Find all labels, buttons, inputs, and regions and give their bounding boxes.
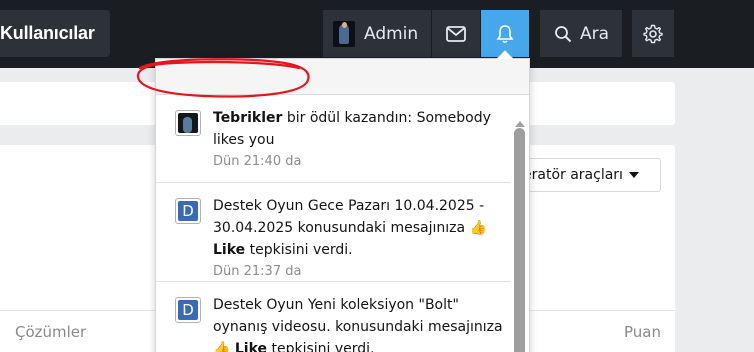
avatar xyxy=(333,20,355,47)
avatar[interactable] xyxy=(175,110,201,136)
account-name: Admin xyxy=(364,23,419,44)
thumbs-up-icon: 👍 xyxy=(213,341,231,352)
notification-item[interactable]: D Destek Oyun Yeni koleksiyon "Bolt" oyn… xyxy=(156,283,511,352)
envelope-icon xyxy=(446,25,466,42)
avatar[interactable]: D xyxy=(175,198,201,224)
notification-time: Dün 21:37 da xyxy=(213,264,302,279)
notification-item[interactable]: Tebrikler bir ödül kazandın: Somebody li… xyxy=(156,96,511,183)
notification-body-end: tepkisini verdi. xyxy=(267,341,375,352)
inbox-button[interactable] xyxy=(432,10,480,57)
bell-icon xyxy=(496,24,514,43)
notification-body[interactable]: Destek Oyun Gece Pazarı 10.04.2025 - 30.… xyxy=(213,198,484,236)
search-icon xyxy=(555,25,572,42)
column-header-points: Puan xyxy=(624,323,661,341)
moderator-tools-dropdown[interactable]: eratör araçları xyxy=(508,158,661,192)
gear-icon xyxy=(643,24,663,43)
notification-time: Dün 21:40 da xyxy=(213,154,302,169)
notification-item[interactable]: D Destek Oyun Gece Pazarı 10.04.2025 - 3… xyxy=(156,184,511,282)
notification-body-end: tepkisini verdi. xyxy=(245,242,353,258)
notification-text: Destek Oyun Yeni koleksiyon "Bolt" oynan… xyxy=(213,294,503,352)
caret-down-icon xyxy=(628,172,639,178)
popup-arrow-inner xyxy=(497,51,513,59)
nav-users-tab[interactable]: Kullanıcılar xyxy=(0,10,110,57)
notification-text: Destek Oyun Gece Pazarı 10.04.2025 - 30.… xyxy=(213,195,503,282)
avatar[interactable]: D xyxy=(175,297,201,323)
settings-button[interactable] xyxy=(632,10,674,57)
account-menu-button[interactable]: Admin xyxy=(323,10,431,57)
scroll-up-icon[interactable] xyxy=(515,121,525,127)
moderator-tools-label: eratör araçları xyxy=(523,167,623,183)
reaction-label: Like xyxy=(234,341,268,352)
scrollbar-thumb[interactable] xyxy=(514,128,525,352)
column-header-solutions: Çözümler xyxy=(15,323,87,341)
red-scribble-annotation xyxy=(136,58,310,98)
notification-strong: Tebrikler xyxy=(213,110,283,126)
notification-text: Tebrikler bir ödül kazandın: Somebody li… xyxy=(213,107,503,172)
search-label: Ara xyxy=(580,23,610,44)
reaction-label: Like xyxy=(213,242,246,258)
notification-body[interactable]: Destek Oyun Yeni koleksiyon "Bolt" oynan… xyxy=(213,297,503,335)
thumbs-up-icon: 👍 xyxy=(469,220,487,236)
search-button[interactable]: Ara xyxy=(540,10,622,57)
